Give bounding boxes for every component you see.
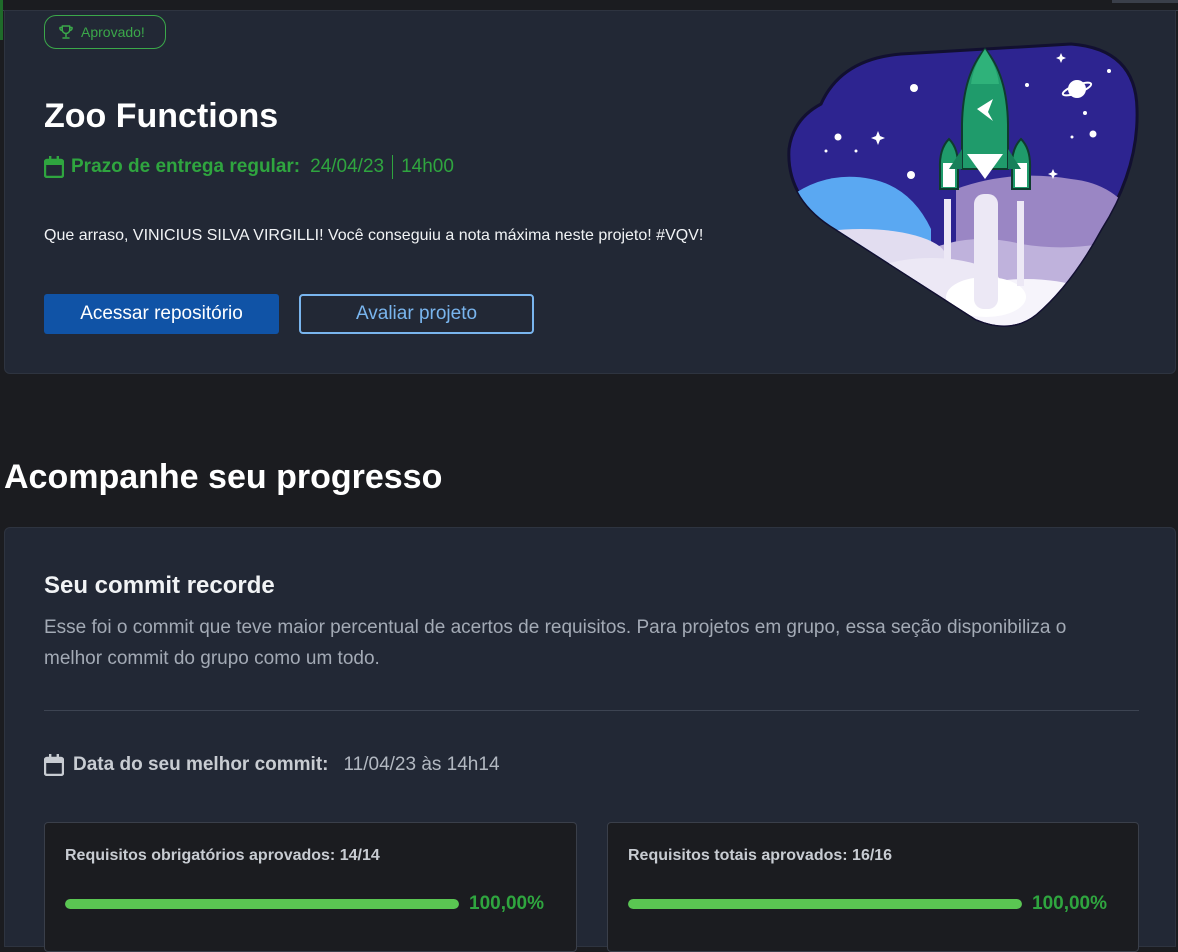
access-repository-button[interactable]: Acessar repositório: [44, 294, 279, 334]
congrats-message: Que arraso, VINICIUS SILVA VIRGILLI! Voc…: [44, 227, 704, 244]
approved-badge: Aprovado!: [44, 15, 166, 49]
project-card: Aprovado! Zoo Functions Prazo de entrega…: [4, 10, 1176, 374]
calendar-icon: [44, 754, 64, 776]
calendar-icon: [44, 156, 64, 178]
required-progress-percent: 100,00%: [469, 893, 545, 914]
commit-record-description: Esse foi o commit que teve maior percent…: [44, 617, 1067, 669]
total-progress-fill: [628, 899, 1022, 909]
required-progress-bar: [65, 899, 459, 909]
deadline-label: Prazo de entrega regular:: [71, 156, 301, 177]
required-requirements-card: Requisitos obrigatórios aprovados: 14/14…: [44, 822, 577, 952]
top-right-corner: [1112, 0, 1178, 3]
progress-card: Seu commit recorde Esse foi o commit que…: [4, 527, 1176, 952]
total-progress-percent: 100,00%: [1032, 893, 1108, 914]
rate-project-button[interactable]: Avaliar projeto: [299, 294, 534, 334]
total-requirements-card: Requisitos totais aprovados: 16/16 100,0…: [607, 822, 1139, 952]
commit-record-title: Seu commit recorde: [44, 572, 275, 599]
best-commit-date: Data do seu melhor commit: 11/04/23 às 1…: [44, 754, 500, 776]
best-commit-label: Data do seu melhor commit:: [73, 754, 329, 775]
deadline-date: 24/04/23: [310, 156, 385, 177]
badge-label: Aprovado!: [81, 24, 145, 40]
required-requirements-label: Requisitos obrigatórios aprovados: 14/14: [65, 847, 380, 864]
required-progress-fill: [65, 899, 459, 909]
rocket-illustration: [787, 42, 1139, 327]
divider: [44, 710, 1139, 711]
project-title: Zoo Functions: [44, 97, 279, 135]
total-requirements-label: Requisitos totais aprovados: 16/16: [628, 847, 893, 864]
trophy-icon: [59, 25, 73, 39]
progress-section-title: Acompanhe seu progresso: [4, 458, 443, 496]
total-progress-bar: [628, 899, 1022, 909]
deadline-separator: [392, 155, 394, 179]
left-accent: [0, 0, 3, 40]
deadline: Prazo de entrega regular: 24/04/23 14h00: [44, 155, 454, 179]
deadline-time: 14h00: [401, 156, 454, 177]
best-commit-value: 11/04/23 às 14h14: [343, 754, 500, 775]
